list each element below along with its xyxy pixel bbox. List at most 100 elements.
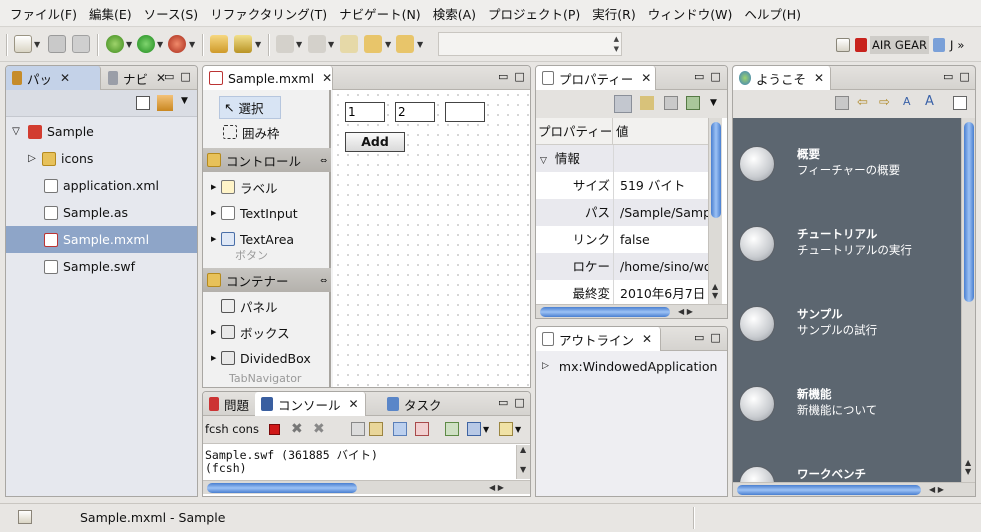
console-vertical-scrollbar[interactable]: ▲ ▼ [516,445,530,479]
minimize-maximize-icon[interactable]: ▭□ [498,70,530,83]
welcome-item-whats-new[interactable]: 新機能 新機能について [739,384,949,444]
fast-view-icon[interactable] [18,510,32,524]
pin-view-icon[interactable] [686,96,700,110]
tab-tasks[interactable]: タスク [381,392,448,416]
drawer-pin-icon[interactable]: ⇔ [320,276,327,285]
tree-toggle-icon[interactable]: ▷ [542,361,549,371]
design-canvas[interactable]: Add [333,90,530,387]
scroll-left-right-icon[interactable]: ◀ ▶ [678,307,693,316]
canvas-add-button[interactable]: Add [345,132,405,152]
scroll-up-icon[interactable]: ▲ [520,445,526,454]
show-advanced-icon[interactable] [640,96,654,110]
property-row[interactable]: サイズ 519 バイト [536,172,708,199]
minimize-maximize-icon[interactable]: ▭□ [943,70,975,83]
minimize-maximize-icon[interactable]: ▭□ [694,331,727,344]
tab-package-explorer[interactable]: パッ ✕ [6,66,101,90]
palette-drawer-controls[interactable]: コントロール ⇔ [203,148,331,172]
welcome-horizontal-scrollbar[interactable]: ◀ ▶ [733,482,975,496]
palette-item-label[interactable]: ▶ ラベル [203,174,331,200]
close-icon[interactable]: ✕ [814,71,824,85]
property-row[interactable]: リンク false [536,226,708,253]
run-dropdown-icon[interactable]: ▼ [157,40,163,49]
palette-item-textinput[interactable]: ▶ TextInput [203,200,331,226]
search-tool-icon[interactable] [234,35,252,53]
scroll-thumb[interactable] [964,122,974,302]
canvas-textinput-1[interactable] [345,102,385,122]
property-row[interactable]: 最終変 2010年6月7日 2 [536,280,708,307]
tree-item-file-selected[interactable]: Sample.mxml [6,226,197,253]
last-edit-icon[interactable] [340,35,358,53]
word-wrap-icon[interactable] [393,422,407,436]
close-icon[interactable]: ✕ [642,332,652,346]
remove-all-icon[interactable]: ✖ [313,421,325,437]
scroll-thumb[interactable] [540,307,670,317]
search-dropdown-icon[interactable]: ▼ [255,40,261,49]
display-console-icon[interactable] [467,422,481,436]
canvas-textinput-2[interactable] [395,102,435,122]
tab-navigator[interactable]: ナビ ✕ [102,66,172,90]
drawer-pin-icon[interactable]: ⇔ [320,156,327,165]
show-categories-icon[interactable] [614,95,632,113]
scroll-down-icon[interactable]: ▼ [520,465,526,474]
menu-window[interactable]: ウィンドウ(W) [642,4,739,23]
console-horizontal-scrollbar[interactable]: ◀ ▶ [203,480,530,494]
scroll-thumb[interactable] [737,485,921,495]
home-icon[interactable] [835,96,849,110]
menu-source[interactable]: ソース(S) [138,4,205,23]
properties-vertical-scrollbar[interactable]: ▲ ▼ [708,118,722,304]
menu-edit[interactable]: 編集(E) [83,4,138,23]
menu-file[interactable]: ファイル(F) [4,4,83,23]
property-row[interactable]: ロケー /home/sino/wo [536,253,708,280]
palette-item-tabnavigator-partial[interactable]: TabNavigator [203,372,331,384]
save-icon[interactable] [48,35,66,53]
tab-welcome[interactable]: ようこそ ✕ [733,66,831,90]
column-header-value[interactable]: 値 [613,118,708,144]
tree-item-project[interactable]: ▽ Sample [6,118,197,145]
tree-item-folder[interactable]: ▷ icons [6,145,197,172]
welcome-item-overview[interactable]: 概要 フィーチャーの概要 [739,144,949,204]
combo-spinner-icon[interactable]: ▲ ▼ [614,34,619,54]
palette-select-tool[interactable]: ↖ 選択 [203,94,331,120]
welcome-item-workbench[interactable]: ワークベンチ [739,464,949,482]
menu-help[interactable]: ヘルプ(H) [738,4,807,23]
view-menu-icon[interactable]: ▼ [181,96,188,106]
prev-annotation-dropdown-icon[interactable]: ▼ [328,40,334,49]
property-row[interactable]: パス /Sample/Samp [536,199,708,226]
perspective-air-gear[interactable]: AIR GEAR [870,36,929,54]
column-header-property[interactable]: プロパティー [536,118,613,144]
next-annotation-dropdown-icon[interactable]: ▼ [296,40,302,49]
minimize-maximize-icon[interactable]: ▭□ [498,396,530,409]
close-icon[interactable]: ✕ [60,71,70,85]
debug-icon[interactable] [106,35,124,53]
menu-search[interactable]: 検索(A) [427,4,482,23]
scroll-thumb[interactable] [711,122,721,218]
welcome-vertical-scrollbar[interactable]: ▲ ▼ [961,118,975,482]
toolbar-combo-box[interactable]: ▲ ▼ [438,32,622,56]
customize-page-icon[interactable] [953,96,967,110]
scroll-left-right-icon[interactable]: ◀ ▶ [929,485,944,494]
back-dropdown-icon[interactable]: ▼ [385,40,391,49]
close-icon[interactable]: ✕ [322,71,332,85]
new-icon[interactable] [14,35,32,53]
link-with-editor-icon[interactable] [157,95,173,111]
tab-outline[interactable]: アウトライン ✕ [536,327,661,351]
forward-icon[interactable] [396,35,414,53]
scroll-up-down-icon[interactable]: ▲ ▼ [965,458,971,476]
pin-console-icon[interactable] [445,422,459,436]
external-tools-icon[interactable] [168,35,186,53]
palette-item-box[interactable]: ▶ ボックス [203,319,331,345]
palette-marquee-tool[interactable]: 囲み枠 [203,119,331,145]
tree-item-file[interactable]: application.xml [6,172,197,199]
forward-icon[interactable]: ⇨ [879,95,890,110]
perspective-more[interactable]: » [957,38,964,52]
run-icon[interactable] [137,35,155,53]
palette-item-panel[interactable]: パネル [203,293,331,319]
filter-icon[interactable] [664,96,678,110]
welcome-item-samples[interactable]: サンプル サンプルの試行 [739,304,949,364]
view-menu-icon[interactable]: ▼ [710,98,717,108]
terminate-icon[interactable] [269,424,280,435]
tree-toggle-icon[interactable]: ▽ [540,156,547,166]
open-console-dropdown-icon[interactable]: ▼ [515,425,521,434]
scroll-up-down-icon[interactable]: ▲ ▼ [712,282,718,300]
close-icon[interactable]: ✕ [349,397,359,411]
